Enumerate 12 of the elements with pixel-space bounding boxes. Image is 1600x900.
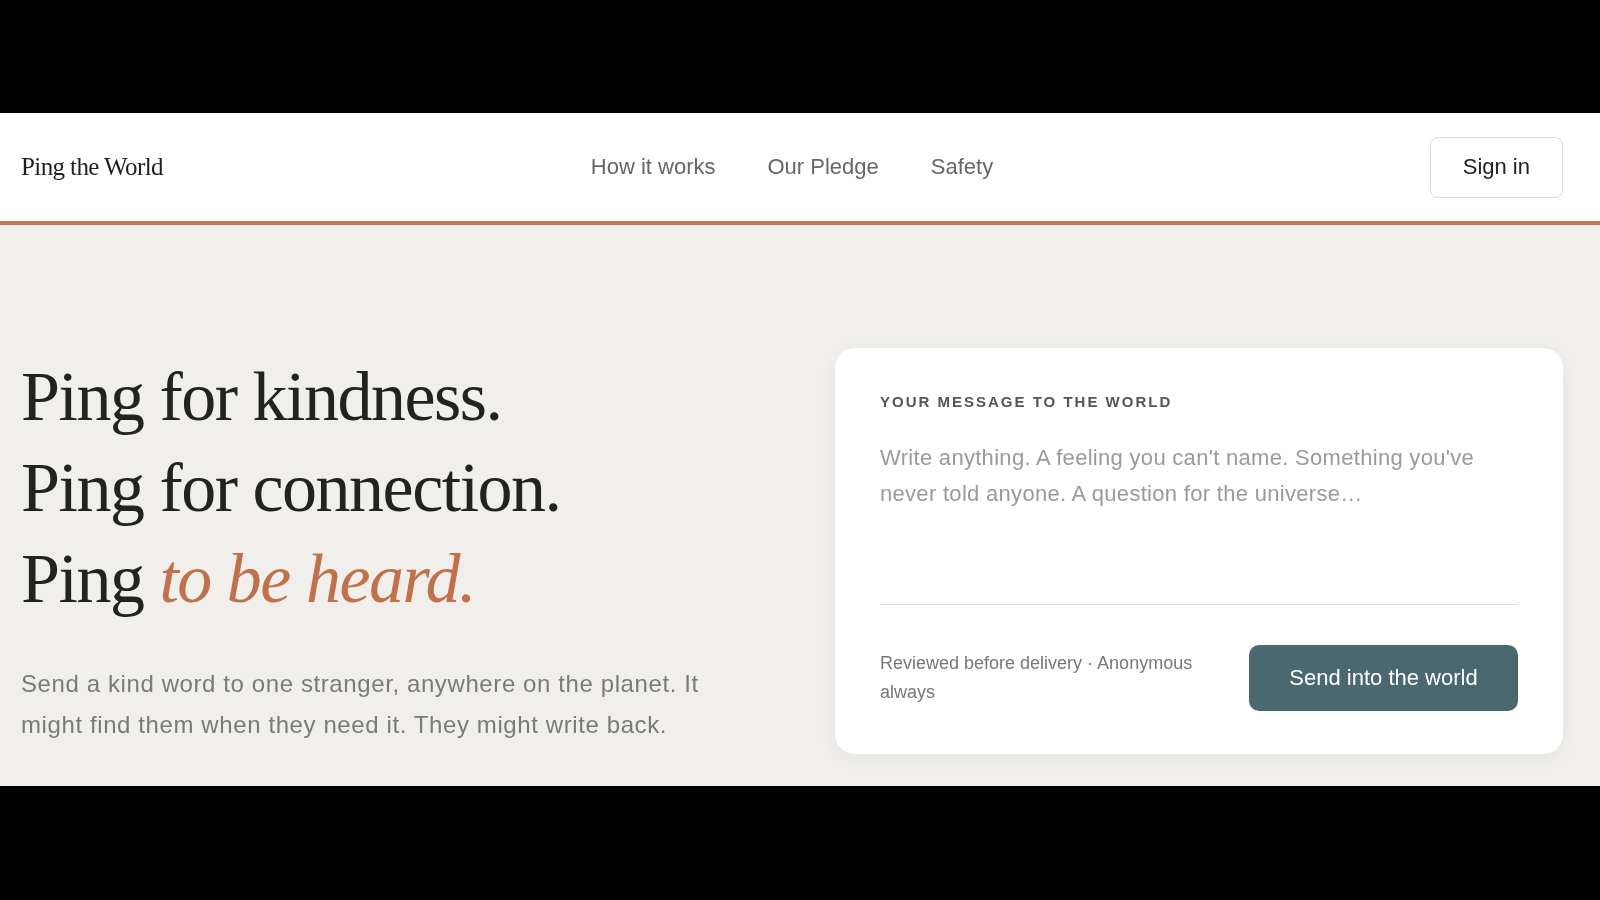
logo[interactable]: Ping the World: [21, 153, 163, 181]
nav-link[interactable]: Safety: [930, 154, 994, 180]
hero-subtitle: Send a kind word to one stranger, anywhere on the planet. It might find them when they need it. They might write back.: [21, 669, 700, 740]
headline-line: Ping for kindness.: [21, 357, 503, 437]
sign-in-button[interactable]: Sign in: [1429, 136, 1563, 198]
nav-link[interactable]: How it works: [590, 154, 716, 180]
nav-link[interactable]: Our Pledge: [767, 154, 879, 180]
review-note: Reviewed before delivery · Anonymous always: [880, 652, 1194, 704]
headline-line: Ping for connection.: [21, 448, 562, 528]
headline-line: Ping to be heard.: [21, 539, 477, 619]
field-label: YOUR MESSAGE TO THE WORLD: [880, 392, 1174, 412]
send-button[interactable]: Send into the world: [1249, 645, 1518, 711]
